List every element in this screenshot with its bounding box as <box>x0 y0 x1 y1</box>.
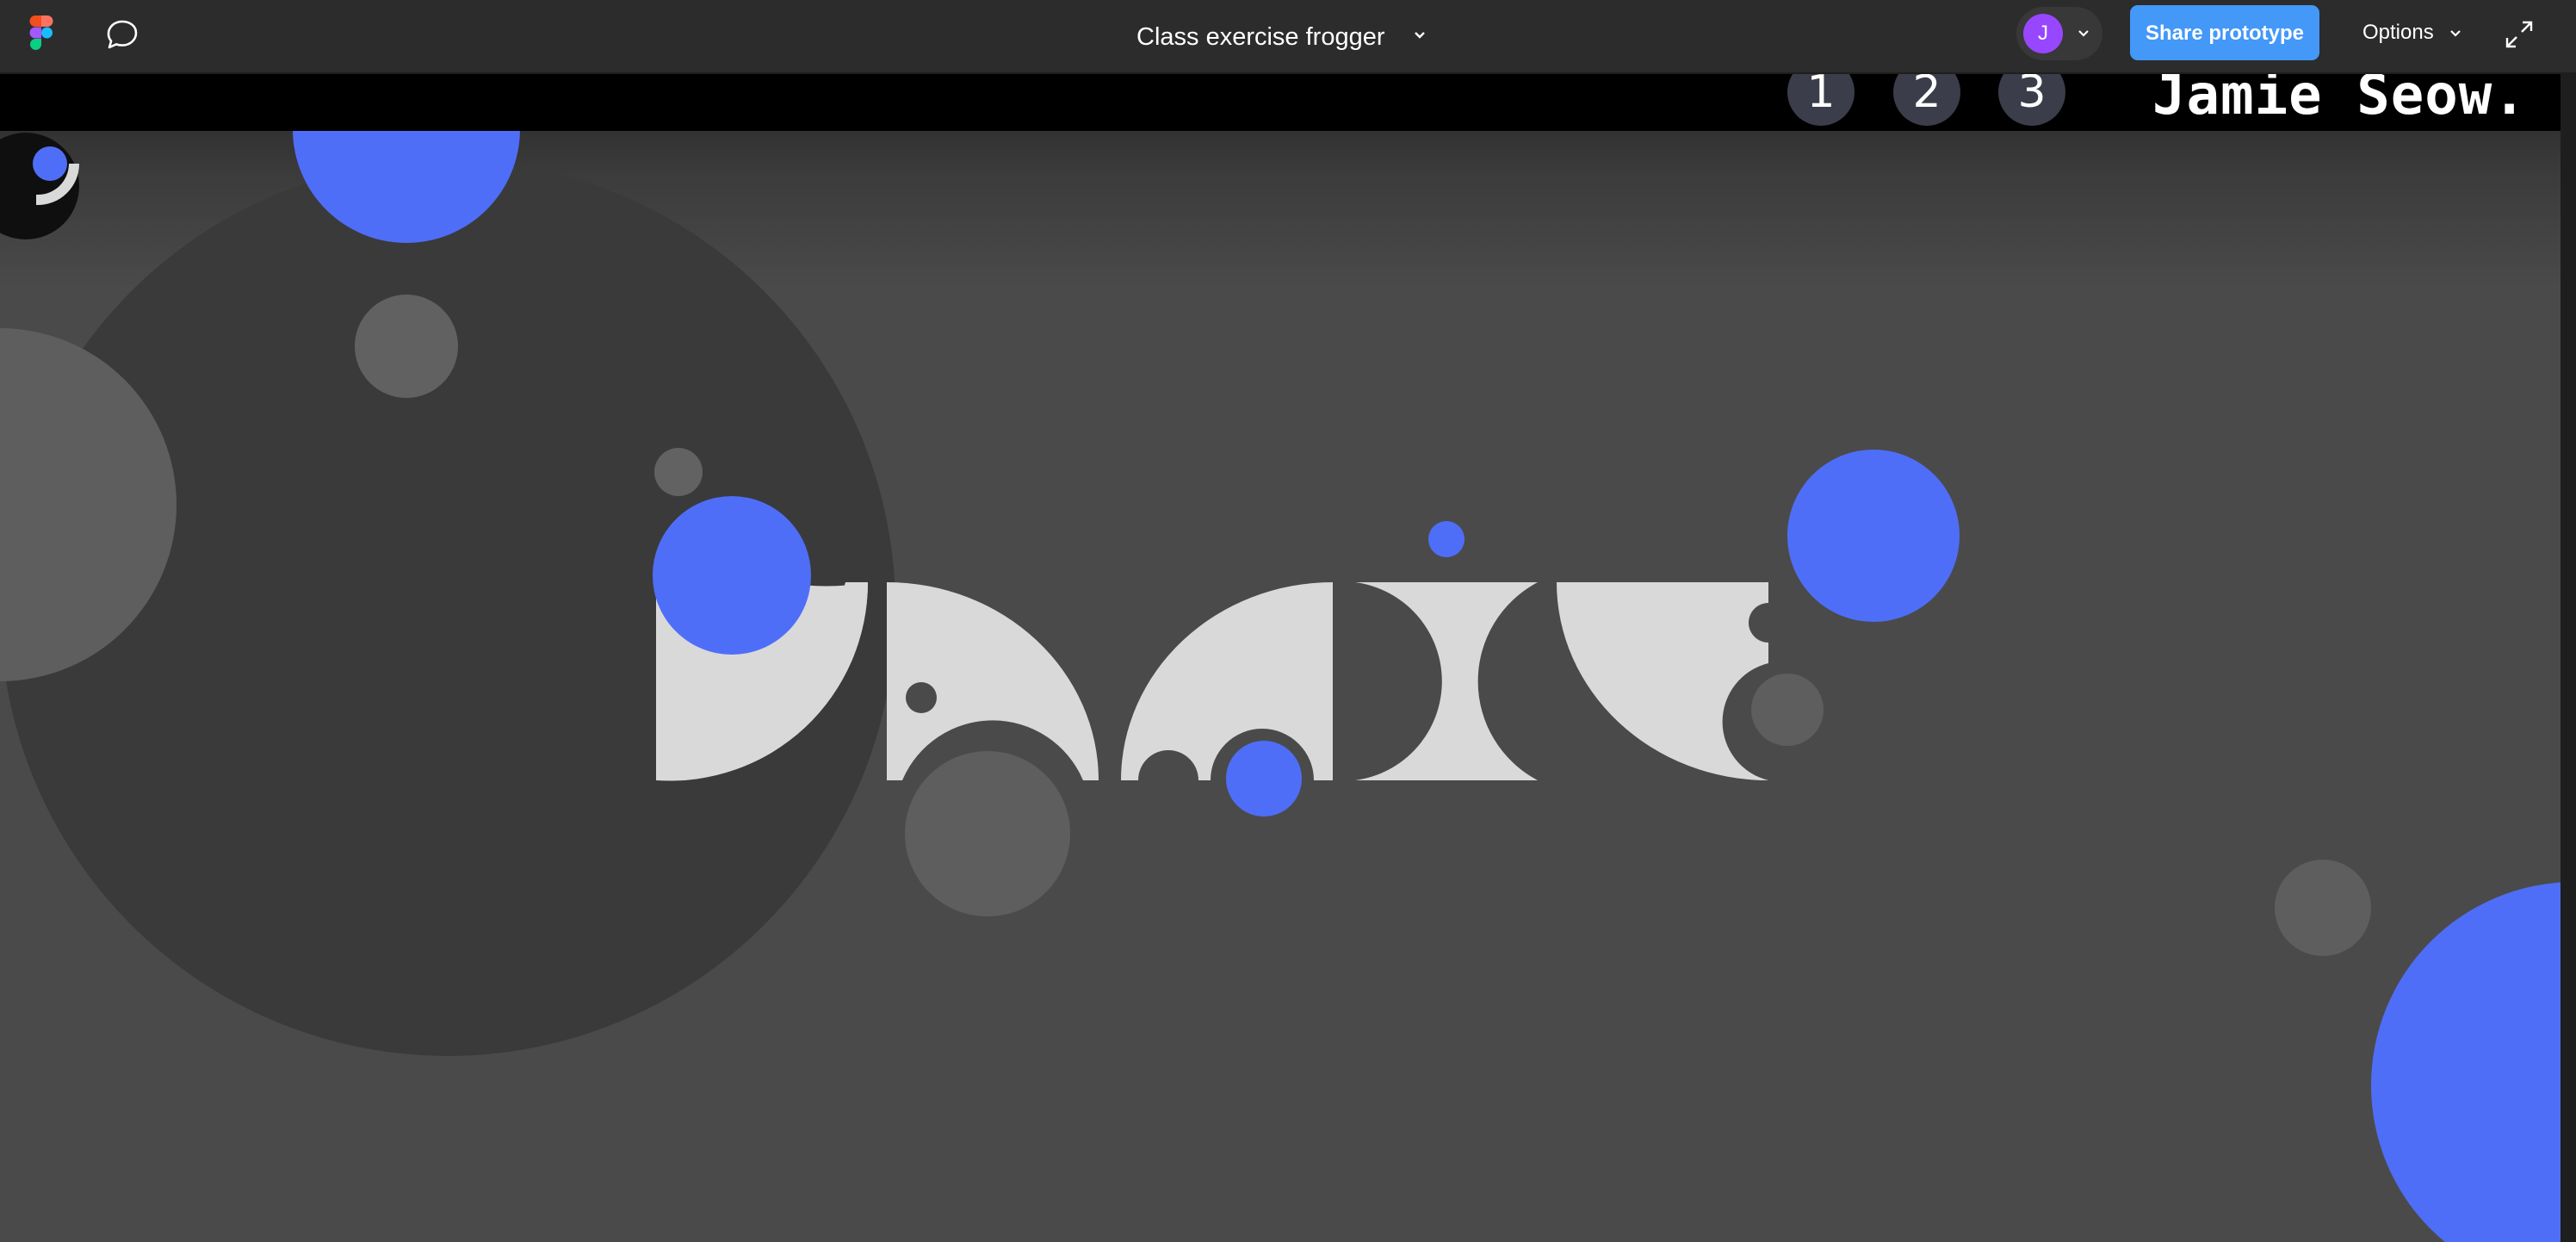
nav-button-2[interactable]: 2 <box>1893 74 1960 126</box>
figma-logo-icon[interactable] <box>29 16 53 50</box>
chevron-down-icon[interactable] <box>1409 24 1431 47</box>
expand-arrows-icon[interactable] <box>2502 17 2536 52</box>
nav-button-1[interactable]: 1 <box>1787 74 1855 126</box>
nav-button-3[interactable]: 3 <box>1998 74 2065 126</box>
chevron-down-icon <box>2450 30 2461 37</box>
prototype-header: 1 2 3 Jamie Seow. <box>0 74 2561 131</box>
share-prototype-button[interactable]: Share prototype <box>2130 5 2319 60</box>
author-name: Jamie Seow. <box>2152 74 2527 127</box>
options-menu-button[interactable]: Options <box>2345 5 2507 60</box>
blue-dot-3 <box>1428 521 1464 557</box>
gray-circle-small-top <box>355 295 458 398</box>
scrollbar-track[interactable] <box>2561 74 2576 1242</box>
blue-circle-5 <box>1787 450 1960 622</box>
letter-shape-3 <box>1121 582 1333 780</box>
avatar: J <box>2023 14 2063 53</box>
comment-bubble-icon[interactable] <box>103 17 141 52</box>
options-label: Options <box>2362 21 2434 44</box>
deco-gray-dot-1 <box>654 448 703 496</box>
gray-circle-bottom-right <box>2275 860 2371 956</box>
gray-circle-5 <box>1751 674 1824 746</box>
blue-circle-bottom-right <box>2371 882 2561 1242</box>
letter-shape-4 <box>1355 582 1538 780</box>
top-toolbar: Class exercise frogger J Share prototype… <box>0 0 2576 74</box>
chevron-down-icon <box>2078 30 2089 37</box>
blue-circle-1 <box>653 496 811 655</box>
file-title[interactable]: Class exercise frogger <box>1136 17 1385 57</box>
logo-mark-dot <box>33 146 67 181</box>
blue-circle-3 <box>1226 741 1302 817</box>
artwork <box>0 74 2561 1242</box>
letter-shape-2 <box>887 582 1099 780</box>
hole-dot-2 <box>906 682 937 713</box>
gray-circle-2 <box>905 751 1070 916</box>
prototype-canvas[interactable]: 1 2 3 Jamie Seow. <box>0 74 2561 1242</box>
user-menu[interactable]: J <box>2016 7 2102 60</box>
letter-shape-5 <box>1557 582 1768 780</box>
